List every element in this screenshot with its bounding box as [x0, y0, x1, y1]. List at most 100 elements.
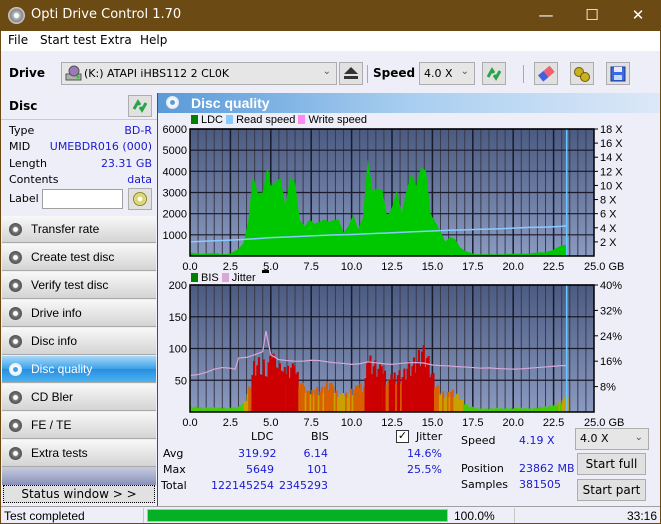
- stats-max-label: Max: [163, 463, 186, 476]
- nav-drive-info[interactable]: Drive info: [2, 300, 156, 327]
- y-right-tick-label: 8%: [600, 382, 616, 394]
- nav-label: FE / TE: [31, 418, 72, 432]
- nav-extra-tests[interactable]: Extra tests: [2, 440, 156, 467]
- eraser-icon: [538, 65, 555, 82]
- disc-refresh-button[interactable]: [128, 95, 152, 117]
- disc-label-button[interactable]: [128, 188, 152, 210]
- menu-extra[interactable]: Extra: [100, 33, 132, 47]
- save-button[interactable]: [606, 62, 630, 85]
- sidebar: Disc Type BD-R MID UMEBDR016 (000) Lengt…: [1, 93, 157, 506]
- eject-button[interactable]: [339, 62, 363, 85]
- status-bar: Test completed 100.0% 33:16: [1, 506, 660, 523]
- start-full-button[interactable]: Start full: [577, 453, 646, 475]
- y-right-tick-label: 8 X: [600, 195, 617, 207]
- x-tick-label: 10.0: [341, 261, 362, 273]
- app-window: Opti Drive Control 1.70 — ☐ ✕ File Start…: [0, 0, 661, 524]
- disc-type-key: Type: [9, 124, 35, 137]
- x-tick-label: 22.5: [543, 417, 564, 429]
- maximize-button[interactable]: ☐: [569, 0, 615, 31]
- nav-fe-te[interactable]: FE / TE: [2, 412, 156, 439]
- test-speed-value: 4.0 X: [580, 432, 609, 445]
- position-label: Position: [461, 462, 504, 475]
- menu-help[interactable]: Help: [140, 33, 167, 47]
- y-tick-label: 2000: [163, 209, 187, 221]
- status-text: Test completed: [4, 509, 85, 523]
- nav-cd-bler[interactable]: CD Bler: [2, 384, 156, 411]
- nav-label: CD Bler: [31, 390, 74, 404]
- disc-label-input[interactable]: [42, 189, 123, 209]
- refresh-icon: [132, 99, 148, 113]
- elapsed-time: 33:16: [627, 509, 658, 523]
- x-tick-label: 17.5: [462, 417, 483, 429]
- eject-icon: [344, 67, 358, 79]
- y-right-tick-label: 4 X: [600, 223, 617, 235]
- disc-length-key: Length: [9, 157, 47, 170]
- progress-text: 100.0%: [454, 509, 495, 523]
- ldc-chart: 1000 2000 3000 4000 5000 6000 2 X 4 X 6 X 8 X 10 X…: [163, 124, 625, 273]
- stats-avg-label: Avg: [163, 447, 184, 460]
- x-tick-label: 5.0: [263, 417, 278, 429]
- stats-max-bis: 101: [307, 463, 328, 476]
- x-tick-label: 12.5: [381, 261, 402, 273]
- erase-button[interactable]: [534, 62, 558, 85]
- stats-header-bis: BIS: [311, 430, 329, 443]
- stats-total-ldc: 122145254: [211, 479, 274, 492]
- y-right-tick-label: 16%: [600, 356, 622, 368]
- jitter-checkbox[interactable]: ✓: [396, 430, 409, 443]
- disc-type-value: BD-R: [124, 124, 152, 137]
- speed-value: 4.0 X: [424, 67, 453, 80]
- test-speed-select[interactable]: 4.0 X ⌄: [575, 428, 649, 450]
- menu-file[interactable]: File: [8, 33, 28, 47]
- window-title: Opti Drive Control 1.70: [31, 7, 182, 22]
- y-right-tick-label: 32%: [600, 305, 622, 317]
- x-tick-label: 15.0: [422, 417, 443, 429]
- speed-value: 4.19 X: [519, 434, 555, 447]
- refresh-button[interactable]: [482, 62, 506, 85]
- y-tick-label: 150: [169, 312, 187, 324]
- y-tick-label: 3000: [163, 188, 187, 200]
- stats-max-jitter: 25.5%: [407, 463, 442, 476]
- menu-bar: File Start test Extra Help: [1, 31, 660, 51]
- nav-disc-quality[interactable]: Disc quality: [2, 356, 156, 383]
- nav-label: Create test disc: [31, 250, 115, 264]
- stats-total-bis: 2345293: [279, 479, 328, 492]
- start-part-button[interactable]: Start part: [577, 479, 646, 501]
- nav-transfer-rate[interactable]: Transfer rate: [2, 216, 156, 243]
- x-tick-label: 20.0: [502, 261, 523, 273]
- speed-select[interactable]: 4.0 X ⌄: [419, 62, 475, 85]
- nav-create-test-disc[interactable]: Create test disc: [2, 244, 156, 271]
- speed-label: Speed: [373, 66, 416, 80]
- refresh-icon: [486, 67, 502, 81]
- y-right-tick-label: 6 X: [600, 209, 617, 221]
- minimize-button[interactable]: —: [523, 0, 569, 31]
- disc-mid-key: MID: [9, 140, 31, 153]
- y-right-tick-label: 24%: [600, 331, 622, 343]
- menu-start-test[interactable]: Start test: [40, 33, 96, 47]
- disc-info-icon: [9, 335, 22, 348]
- x-tick-label: 25.0 GB: [584, 261, 624, 273]
- stats-avg-ldc: 319.92: [238, 447, 277, 460]
- status-window-button[interactable]: Status window > >: [3, 485, 155, 503]
- samples-label: Samples: [461, 478, 508, 491]
- app-icon: [8, 7, 25, 24]
- progress-bar: [147, 509, 448, 522]
- disc-quality-icon: [166, 96, 179, 109]
- nav-verify-test-disc[interactable]: Verify test disc: [2, 272, 156, 299]
- x-tick-label: 20.0: [502, 417, 523, 429]
- drive-select[interactable]: (K:) ATAPI iHBS112 2 CL0K ⌄: [61, 62, 337, 85]
- position-value: 23862 MB: [519, 462, 575, 475]
- x-tick-label: 2.5: [223, 417, 238, 429]
- panel-header: Disc quality: [158, 93, 660, 113]
- disc-length-row: Length 23.31 GB: [9, 157, 152, 173]
- disc-length-value: 23.31 GB: [100, 157, 152, 170]
- drive-info-icon: [9, 307, 22, 320]
- close-button[interactable]: ✕: [615, 0, 661, 31]
- stats-avg-jitter: 14.6%: [407, 447, 442, 460]
- y-right-tick-label: 12 X: [600, 166, 623, 178]
- nav-label: Drive info: [31, 306, 82, 320]
- x-tick-label: 17.5: [462, 261, 483, 273]
- chevron-down-icon: ⌄: [460, 66, 469, 77]
- settings-button[interactable]: [570, 62, 594, 85]
- nav-disc-info[interactable]: Disc info: [2, 328, 156, 355]
- divider: [514, 508, 515, 523]
